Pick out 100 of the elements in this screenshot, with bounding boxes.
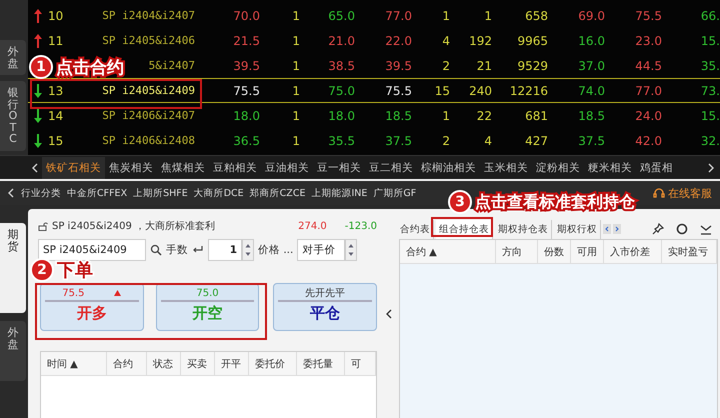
- table-cell-text: 15.: [700, 108, 720, 122]
- column-header[interactable]: 合约 ▲: [400, 240, 496, 263]
- step-caption: 点击查看标准套利持仓: [475, 192, 635, 212]
- column-header[interactable]: 方向: [496, 240, 538, 263]
- category-tab[interactable]: 淀粉相关: [532, 156, 584, 178]
- table-cell-text: 66.: [700, 8, 720, 22]
- table-cell-text: 37.5: [577, 134, 605, 148]
- table-cell-text: 22.0: [384, 34, 412, 48]
- contract-title: SP i2405&i2409 ，大商所标准套利: [52, 220, 215, 233]
- category-tab[interactable]: 豆油相关: [261, 156, 313, 178]
- category-tab[interactable]: 豆一相关: [313, 156, 365, 178]
- order-button[interactable]: 先开先平 平仓: [273, 283, 378, 331]
- side-tab[interactable]: 期货: [0, 223, 26, 313]
- exchange-tab[interactable]: 行业分类: [18, 186, 64, 200]
- quantity-label: 手数: [166, 243, 188, 257]
- download-icon[interactable]: [700, 223, 712, 235]
- table-cell-text: 240: [468, 84, 492, 98]
- category-tab[interactable]: 焦煤相关: [157, 156, 209, 178]
- table-cell-text: 39.5: [384, 58, 412, 72]
- table-cell-text: 38.5: [327, 58, 355, 72]
- table-cell-text: 1: [291, 84, 300, 98]
- exchange-tab[interactable]: 上期能源INE: [308, 186, 370, 200]
- row-number: 14: [48, 108, 64, 122]
- collapse-icon[interactable]: [386, 308, 392, 318]
- table-cell-text: 74.0: [577, 84, 605, 98]
- table-cell-text: 1: [291, 134, 300, 148]
- contract-name[interactable]: SP i2404&i2407: [102, 9, 195, 22]
- category-tab[interactable]: 焦炭相关: [105, 156, 157, 178]
- column-header[interactable]: 入市价差: [604, 240, 662, 263]
- tab-scroll-icon[interactable]: [603, 224, 621, 234]
- table-cell-text: 2: [441, 134, 450, 148]
- table-cell-text: 1: [483, 8, 492, 22]
- side-tab[interactable]: 外盘: [0, 321, 26, 381]
- side-tab[interactable]: 外盘: [0, 40, 26, 76]
- table-cell-text: 23.0: [634, 34, 662, 48]
- exchange-tab[interactable]: 大商所DCE: [190, 186, 247, 200]
- price-change: -123.0: [344, 220, 377, 232]
- table-cell-text: 15: [434, 84, 450, 98]
- step-caption: 点击合约: [56, 56, 124, 78]
- contract-name[interactable]: SP i2405&i2406: [102, 34, 195, 47]
- column-header[interactable]: 可: [345, 352, 376, 375]
- support-link[interactable]: 在线客服: [653, 186, 712, 200]
- quantity-field[interactable]: 1: [208, 239, 242, 261]
- column-header[interactable]: 状态: [147, 352, 181, 375]
- table-cell-text: 75.5: [232, 84, 260, 98]
- step-caption: 下单: [57, 259, 93, 282]
- table-cell-text: 21.0: [327, 34, 355, 48]
- contract-name[interactable]: SP i2405&i2409: [102, 84, 195, 97]
- column-header[interactable]: 开平: [215, 352, 249, 375]
- table-cell-text: 15.: [700, 34, 720, 48]
- table-cell-text: 658: [524, 8, 548, 22]
- highlight-frame: [431, 217, 493, 237]
- side-tab[interactable]: 银行OTC: [0, 81, 26, 151]
- column-header[interactable]: 时间 ▲: [41, 352, 107, 375]
- column-header[interactable]: 委托量: [297, 352, 345, 375]
- table-cell-text: 12216: [508, 84, 548, 98]
- contract-name[interactable]: 5&i2407: [148, 59, 195, 72]
- column-header[interactable]: 实时盈亏: [662, 240, 717, 263]
- exchange-tab[interactable]: 中金所CFFEX: [64, 186, 130, 200]
- category-tab[interactable]: 鸡蛋相: [636, 156, 677, 178]
- pin-icon[interactable]: [652, 223, 664, 235]
- table-cell-text: 2: [441, 58, 450, 72]
- category-tab[interactable]: 铁矿石相关: [42, 156, 105, 178]
- spinner-icon[interactable]: [345, 239, 358, 261]
- table-cell-text: 77.0: [384, 8, 412, 22]
- row-number: 15: [48, 134, 64, 148]
- contract-name[interactable]: SP i2406&i2407: [102, 109, 195, 122]
- contract-name[interactable]: SP i2406&i2408: [102, 134, 195, 147]
- table-cell-text: 21: [476, 58, 492, 72]
- category-tab[interactable]: 粳米相关: [584, 156, 636, 178]
- category-tab[interactable]: 豆粕相关: [209, 156, 261, 178]
- row-number: 11: [48, 34, 64, 48]
- search-icon[interactable]: [150, 244, 162, 256]
- price-field[interactable]: 对手价: [297, 239, 346, 261]
- table-cell-text: 24.0: [634, 108, 662, 122]
- table-cell-text: 35.5: [327, 134, 355, 148]
- table-cell-text: 65.0: [327, 8, 355, 22]
- category-tab[interactable]: 玉米相关: [480, 156, 532, 178]
- spinner-icon[interactable]: [242, 239, 254, 261]
- column-header[interactable]: 可用: [571, 240, 604, 263]
- exchange-tab[interactable]: 广期所GF: [370, 186, 420, 200]
- table-cell-text: 18.5: [577, 108, 605, 122]
- exchange-tab[interactable]: 上期所SHFE: [130, 186, 191, 200]
- return-icon[interactable]: [192, 245, 204, 255]
- column-header[interactable]: 份数: [538, 240, 571, 263]
- exchange-tab[interactable]: 郑商所CZCE: [246, 186, 308, 200]
- lock-icon[interactable]: [38, 221, 48, 231]
- table-cell-text: 22: [476, 108, 492, 122]
- table-cell-text: 42.0: [634, 134, 662, 148]
- table-cell-text: 4: [483, 134, 492, 148]
- column-header[interactable]: 买卖: [181, 352, 215, 375]
- category-tab[interactable]: 棕榈油相关: [417, 156, 480, 178]
- category-tab[interactable]: 豆二相关: [365, 156, 417, 178]
- table-cell-text: 9529: [516, 58, 548, 72]
- column-header[interactable]: 合约: [107, 352, 147, 375]
- contract-field[interactable]: SP i2405&i2409: [38, 239, 146, 261]
- price-value: 274.0: [298, 220, 327, 232]
- order-button[interactable]: 75.5 开多: [40, 283, 144, 331]
- table-cell-text: 70.0: [232, 8, 260, 22]
- column-header[interactable]: 委托价: [249, 352, 297, 375]
